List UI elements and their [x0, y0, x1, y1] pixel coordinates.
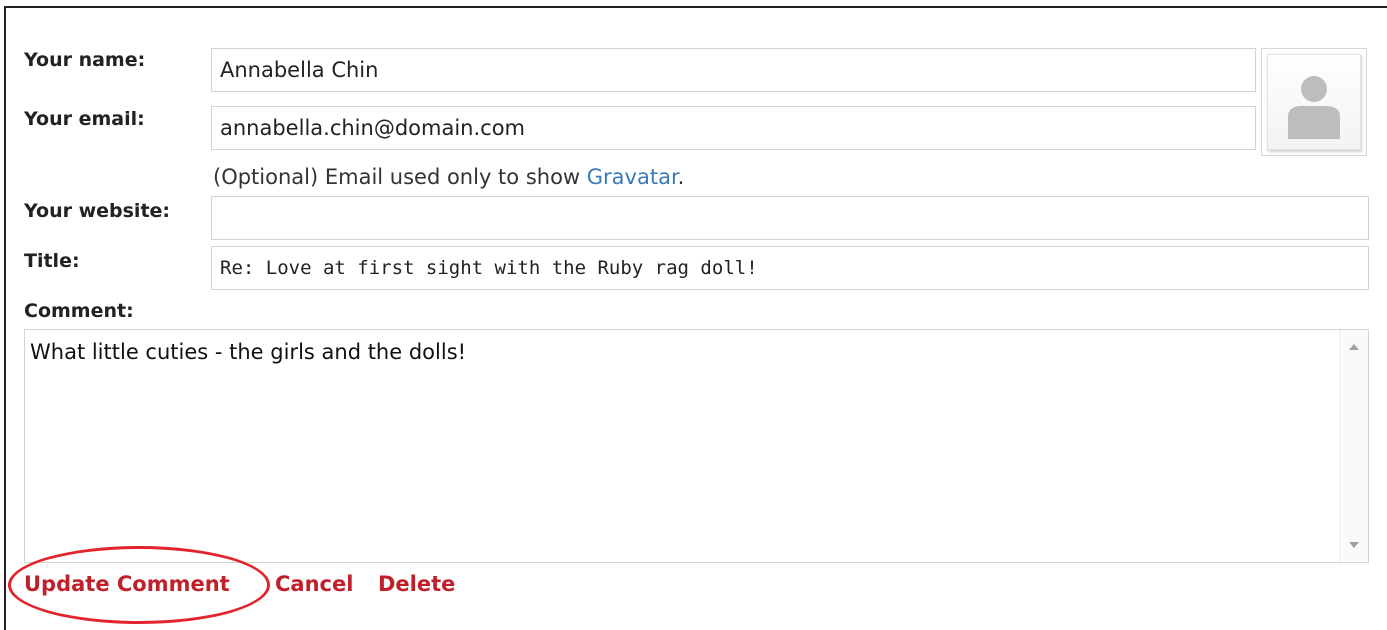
comment-label: Comment:	[24, 300, 134, 322]
website-label: Your website:	[24, 200, 171, 222]
avatar-frame	[1267, 54, 1361, 150]
delete-button[interactable]: Delete	[378, 572, 455, 596]
name-field[interactable]: Annabella Chin	[211, 48, 1256, 92]
title-field[interactable]: Re: Love at first sight with the Ruby ra…	[211, 246, 1369, 290]
email-field[interactable]: annabella.chin@domain.com	[211, 106, 1256, 150]
comment-scrollbar[interactable]	[1339, 330, 1368, 562]
title-label: Title:	[24, 250, 80, 272]
email-label: Your email:	[24, 108, 145, 130]
comment-text: What little cuties - the girls and the d…	[30, 340, 467, 364]
gravatar-link[interactable]: Gravatar	[587, 165, 678, 189]
email-hint: (Optional) Email used only to show Grava…	[213, 165, 684, 189]
cancel-button[interactable]: Cancel	[275, 572, 353, 596]
comment-textarea[interactable]: What little cuties - the girls and the d…	[24, 329, 1369, 563]
name-field-value: Annabella Chin	[220, 58, 379, 82]
name-label: Your name:	[24, 49, 146, 71]
update-comment-button[interactable]: Update Comment	[24, 572, 230, 596]
website-field[interactable]	[211, 196, 1369, 240]
scroll-up-arrow-icon[interactable]	[1349, 344, 1359, 350]
default-user-avatar-icon	[1288, 76, 1340, 139]
scroll-down-arrow-icon[interactable]	[1349, 542, 1359, 548]
avatar	[1261, 48, 1367, 156]
email-hint-suffix: .	[677, 165, 685, 189]
email-hint-text: (Optional) Email used only to show	[213, 165, 587, 189]
email-field-value: annabella.chin@domain.com	[220, 116, 525, 140]
title-field-value: Re: Love at first sight with the Ruby ra…	[220, 257, 758, 279]
